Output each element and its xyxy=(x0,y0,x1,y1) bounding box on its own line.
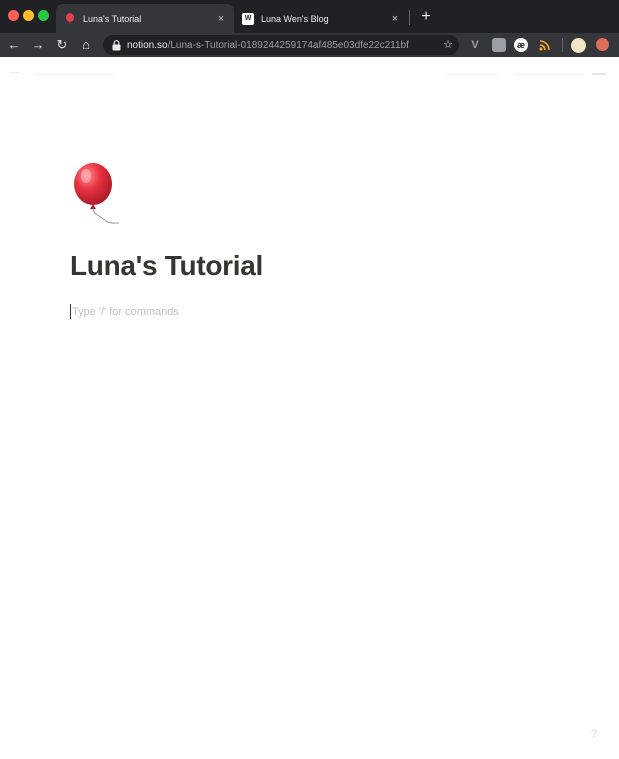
empty-block[interactable]: Type '/' for commands xyxy=(70,304,179,319)
text-caret xyxy=(70,304,71,319)
lock-icon xyxy=(112,39,121,50)
vue-devtools-icon[interactable]: V xyxy=(468,38,482,52)
sidebar-toggle-icon[interactable] xyxy=(10,72,19,73)
bookmark-star-icon[interactable]: ☆ xyxy=(443,38,453,51)
url-text: notion.so/Luna-s-Tutorial-0189244259174a… xyxy=(127,40,427,51)
window-minimize-button[interactable] xyxy=(23,10,34,21)
topbar-actions[interactable] xyxy=(514,74,584,75)
notion-topbar xyxy=(0,57,619,91)
tab-luna-wens-blog[interactable]: W Luna Wen's Blog × xyxy=(236,4,408,33)
help-button[interactable]: ? xyxy=(586,726,602,742)
browser-toolbar: ← → ↻ ⌂ notion.so/Luna-s-Tutorial-018924… xyxy=(0,33,619,57)
url-path: /Luna-s-Tutorial-0189244259174af485e03df… xyxy=(167,39,409,51)
tab-close-icon[interactable]: × xyxy=(214,12,228,26)
url-host: notion.so xyxy=(127,39,168,51)
back-button[interactable]: ← xyxy=(5,36,23,54)
window-close-button[interactable] xyxy=(8,10,19,21)
blog-favicon-icon: W xyxy=(242,12,254,25)
forward-button[interactable]: → xyxy=(29,36,47,54)
ae-extension-icon[interactable]: æ xyxy=(514,38,528,52)
new-tab-button[interactable]: + xyxy=(418,8,434,26)
address-bar[interactable]: notion.so/Luna-s-Tutorial-0189244259174a… xyxy=(103,35,459,55)
block-placeholder: Type '/' for commands xyxy=(72,305,179,318)
profile-avatar-icon[interactable] xyxy=(571,38,586,53)
breadcrumb[interactable] xyxy=(34,74,114,75)
reload-button[interactable]: ↻ xyxy=(53,36,71,54)
toolbar-divider xyxy=(562,38,563,52)
home-button[interactable]: ⌂ xyxy=(77,36,95,54)
page-title[interactable]: Luna's Tutorial xyxy=(70,250,263,282)
share-button[interactable] xyxy=(446,74,498,75)
blog-favicon-letter: W xyxy=(242,12,254,25)
window-zoom-button[interactable] xyxy=(38,10,49,21)
extension-red-icon[interactable] xyxy=(596,38,609,51)
extension-grey-icon[interactable] xyxy=(492,38,506,52)
tab-close-icon[interactable]: × xyxy=(388,12,402,26)
more-options-icon[interactable] xyxy=(592,73,606,75)
page-icon-balloon-icon[interactable] xyxy=(72,163,122,225)
browser-tab-bar: Luna's Tutorial × W Luna Wen's Blog × + xyxy=(0,0,619,33)
tab-title: Luna Wen's Blog xyxy=(261,13,329,24)
tab-divider xyxy=(409,10,410,25)
tab-lunas-tutorial[interactable]: Luna's Tutorial × xyxy=(56,4,234,33)
balloon-favicon-icon xyxy=(64,12,76,25)
tab-title: Luna's Tutorial xyxy=(83,13,142,24)
rss-icon[interactable] xyxy=(538,38,552,52)
